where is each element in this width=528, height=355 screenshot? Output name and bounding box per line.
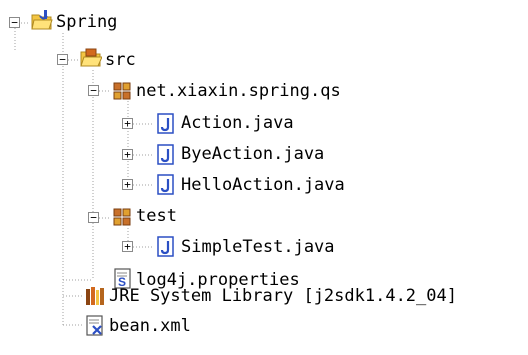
tree-item-helloaction-java[interactable]: HelloAction.java [180, 175, 346, 195]
package-icon [113, 82, 131, 100]
tree-item-simpletest-java[interactable]: SimpleTest.java [180, 237, 336, 257]
collapse-toggle[interactable]: − [88, 212, 99, 223]
collapse-toggle[interactable]: − [9, 17, 20, 28]
tree-item-bean-xml[interactable]: bean.xml [108, 316, 192, 336]
collapse-toggle[interactable]: − [57, 54, 68, 65]
tree-item-byeaction-java[interactable]: ByeAction.java [180, 144, 325, 164]
package-icon [113, 208, 131, 226]
tree-item-src[interactable]: src [104, 50, 137, 70]
source-folder-icon [80, 48, 102, 67]
java-file-icon [157, 236, 174, 257]
tree-item-package-qs[interactable]: net.xiaxin.spring.qs [135, 81, 342, 101]
tree-item-spring[interactable]: Spring [55, 12, 118, 32]
java-file-icon [157, 174, 174, 195]
tree-item-jre-library[interactable]: JRE System Library [j2sdk1.4.2_04] [108, 286, 458, 306]
tree-item-package-test[interactable]: test [135, 206, 178, 226]
package-explorer-tree: − Spring − src − net.xiaxin.spring.qs + … [0, 0, 528, 355]
expand-toggle[interactable]: + [122, 118, 133, 129]
library-icon [86, 287, 104, 305]
java-file-icon [157, 113, 174, 134]
collapse-toggle[interactable]: − [88, 85, 99, 96]
expand-toggle[interactable]: + [122, 149, 133, 160]
expand-toggle[interactable]: + [122, 179, 133, 190]
expand-toggle[interactable]: + [122, 241, 133, 252]
tree-item-action-java[interactable]: Action.java [180, 113, 295, 133]
java-file-icon [157, 144, 174, 165]
xml-file-icon [86, 315, 103, 336]
java-project-folder-icon [31, 10, 53, 30]
